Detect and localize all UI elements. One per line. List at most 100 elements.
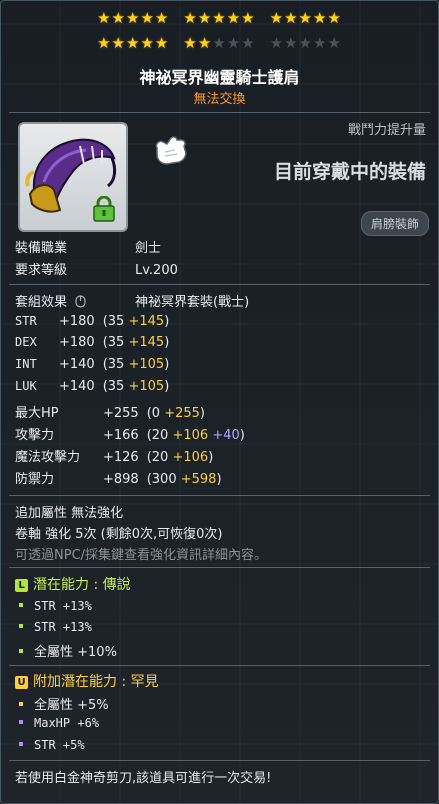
- level-row: 要求等級 Lv.200: [15, 259, 178, 278]
- stat-bonus: +598: [180, 472, 217, 487]
- stat-row: 魔法攻擊力 +126 (20 +106): [15, 446, 213, 465]
- trade-status: 無法交換: [193, 92, 246, 107]
- lock-icon: [93, 196, 115, 222]
- additional-potential-header: U 附加潛在能力 : 罕見: [15, 671, 159, 691]
- star-filled-icon: ★: [284, 9, 299, 27]
- scissors-trade-note: 若使用白金神奇剪刀,該道具可進行一次交易!: [15, 771, 272, 786]
- stat-name: 魔法攻擊力: [15, 450, 81, 465]
- stat-name: LUK: [15, 379, 37, 393]
- star-empty-icon: ★: [284, 34, 299, 52]
- job-value: 劍士: [135, 241, 162, 256]
- additional-potential-line: MaxHP +6%: [19, 716, 99, 731]
- equipped-status: 目前穿戴中的裝備: [273, 161, 426, 183]
- potential-line: STR +13%: [19, 599, 92, 614]
- set-effect-row[interactable]: 套組效果 神祕冥界套裝(戰士): [15, 291, 249, 310]
- divider: [9, 112, 430, 113]
- potential-line: 全屬性 +10%: [19, 641, 117, 660]
- stat-base: (35: [102, 379, 129, 394]
- divider: [9, 760, 430, 761]
- stat-close: ): [239, 428, 245, 443]
- star-filled-icon: ★: [197, 34, 213, 52]
- level-value: Lv.200: [135, 263, 178, 278]
- star-filled-icon: ★: [197, 9, 213, 27]
- category-badge: 肩膀裝飾: [360, 211, 429, 236]
- star-filled-icon: ★: [154, 9, 170, 27]
- set-name: 神祕冥界套裝(戰士): [135, 295, 250, 310]
- star-empty-icon: ★: [212, 34, 227, 52]
- stat-close: ): [164, 379, 170, 394]
- star-filled-icon: ★: [269, 9, 285, 27]
- divider: [9, 284, 430, 285]
- stat-total: +255: [103, 406, 139, 421]
- stat-base: (35: [102, 357, 129, 372]
- potential-header: L 潛在能力 : 傳說: [15, 574, 131, 594]
- combat-power-label: 戰鬥力提升量: [347, 123, 426, 138]
- star-filled-icon: ★: [183, 34, 198, 52]
- stat-base: (0: [146, 406, 165, 421]
- star-filled-icon: ★: [241, 9, 256, 27]
- stat-close: ): [164, 335, 170, 350]
- stat-close: ): [164, 314, 170, 329]
- star-empty-icon: ★: [269, 34, 285, 52]
- stat-close: ): [216, 472, 222, 487]
- star-empty-icon: ★: [312, 34, 328, 52]
- star-filled-icon: ★: [126, 34, 141, 52]
- star-filled-icon: ★: [212, 9, 227, 27]
- stat-close: ): [164, 357, 170, 372]
- stat-name: 防禦力: [15, 472, 55, 487]
- stat-bonus: +105: [128, 379, 165, 394]
- divider: [9, 665, 430, 666]
- stat-bonus: +106: [172, 428, 209, 443]
- star-force-row-1: ★★★★★ ★★★★★ ★★★★★: [1, 9, 438, 27]
- stat-close: ): [199, 406, 205, 421]
- stat-row: 防禦力 +898 (300 +598): [15, 468, 222, 487]
- stat-base: (35: [102, 335, 129, 350]
- star-filled-icon: ★: [312, 9, 328, 27]
- stat-name: 最大HP: [15, 406, 59, 421]
- stat-close: ): [208, 450, 214, 465]
- stat-total: +180: [59, 314, 95, 329]
- star-empty-icon: ★: [241, 34, 256, 52]
- stat-name: DEX: [15, 335, 37, 349]
- stat-extra: +40: [208, 428, 240, 443]
- stat-base: (300: [146, 472, 181, 487]
- star-filled-icon: ★: [111, 9, 126, 27]
- stat-total: +126: [103, 450, 139, 465]
- unique-badge-icon: U: [15, 676, 28, 689]
- scroll-upgrade-info: 卷軸 強化 5次 (剩餘0次,可恢復0次): [15, 527, 223, 542]
- additional-potential-line: 全屬性 +5%: [19, 694, 109, 713]
- mouse-icon: [75, 295, 86, 308]
- bonus-attribute: 追加屬性 無法強化: [15, 506, 124, 521]
- item-icon-frame: [18, 122, 128, 232]
- potential-line: STR +13%: [19, 620, 92, 635]
- potential-title: 潛在能力 : 傳說: [33, 577, 131, 593]
- stat-bonus: +145: [128, 335, 165, 350]
- stat-base: (35: [102, 314, 129, 329]
- star-empty-icon: ★: [327, 34, 342, 52]
- stat-name: STR: [15, 314, 37, 328]
- set-effect-label: 套組效果: [15, 295, 68, 310]
- additional-potential-title: 附加潛在能力 : 罕見: [33, 674, 159, 690]
- legendary-badge-icon: L: [15, 579, 28, 592]
- stat-base: (20: [146, 428, 173, 443]
- star-filled-icon: ★: [97, 34, 112, 52]
- star-filled-icon: ★: [97, 9, 112, 27]
- star-empty-icon: ★: [226, 34, 242, 52]
- stat-row: LUK +140 (35 +105): [15, 379, 169, 394]
- stat-bonus: +255: [164, 406, 200, 421]
- star-filled-icon: ★: [126, 9, 141, 27]
- stat-row: INT +140 (35 +105): [15, 357, 169, 372]
- additional-potential-line: STR +5%: [19, 738, 85, 753]
- stat-row: 攻擊力 +166 (20 +106 +40): [15, 424, 245, 443]
- star-filled-icon: ★: [111, 34, 126, 52]
- divider: [9, 567, 430, 568]
- job-row: 裝備職業 劍士: [15, 237, 161, 256]
- level-label: 要求等級: [15, 263, 68, 278]
- stat-bonus: +145: [128, 314, 165, 329]
- glove-cursor-icon: [155, 136, 187, 165]
- stat-name: 攻擊力: [15, 428, 55, 443]
- star-filled-icon: ★: [183, 9, 198, 27]
- star-filled-icon: ★: [298, 9, 313, 27]
- stat-row: STR +180 (35 +145): [15, 314, 169, 329]
- enhance-hint: 可透過NPC/採集鍵查看強化資訊詳細內容。: [15, 548, 268, 563]
